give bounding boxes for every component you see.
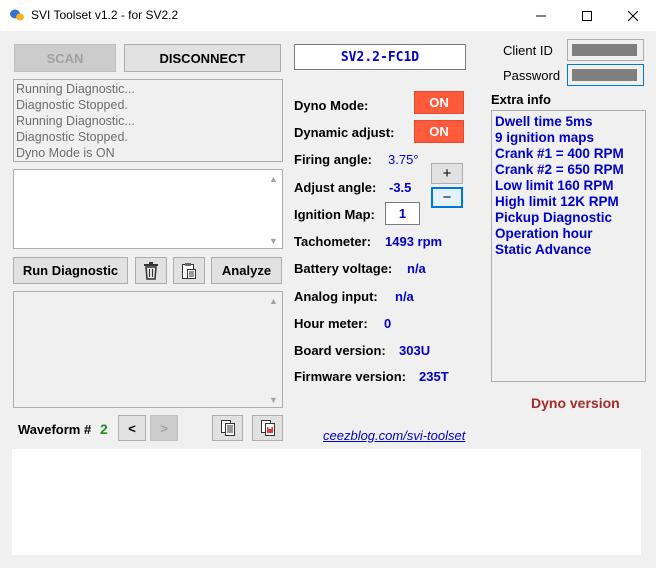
extra-info-item: High limit 12K RPM (495, 194, 619, 209)
copy-icon (220, 420, 235, 436)
log-line: Diagnostic Stopped. (16, 130, 128, 144)
dyno-mode-toggle[interactable]: ON (414, 91, 464, 114)
battery-voltage-label: Battery voltage: (294, 261, 393, 276)
scan-button[interactable]: SCAN (14, 44, 116, 72)
extra-info-item: 9 ignition maps (495, 130, 595, 145)
password-mask (572, 69, 637, 81)
trash-icon (144, 261, 158, 280)
extra-info-item: Operation hour (495, 226, 593, 241)
save-icon (260, 420, 275, 436)
website-link[interactable]: ceezblog.com/svi-toolset (323, 428, 465, 443)
adjust-angle-value: -3.5 (389, 180, 412, 195)
waveform-label: Waveform # (18, 422, 92, 437)
scroll-up-icon[interactable]: ▲ (269, 296, 278, 306)
firing-angle-value: 3.75° (388, 152, 419, 167)
extra-info-item: Low limit 160 RPM (495, 178, 614, 193)
log-line: Dyno Mode is ON (16, 146, 115, 160)
password-label: Password (503, 68, 561, 83)
analog-input-value: n/a (395, 289, 414, 304)
firmware-version-value: 235T (419, 369, 449, 384)
decrease-angle-button[interactable]: − (431, 187, 463, 208)
prev-waveform-button[interactable]: < (118, 415, 146, 441)
battery-voltage-value: n/a (407, 261, 426, 276)
extra-info-item: Static Advance (495, 242, 592, 257)
disconnect-button[interactable]: DISCONNECT (124, 44, 281, 72)
log-line: Diagnostic Stopped. (16, 98, 128, 112)
extra-info-item: Crank #2 = 650 RPM (495, 162, 624, 177)
board-version-value: 303U (399, 343, 431, 358)
scroll-up-icon[interactable]: ▲ (269, 174, 278, 184)
status-log: Running Diagnostic... Diagnostic Stopped… (13, 79, 283, 162)
dyno-mode-label: Dyno Mode: (294, 98, 369, 113)
extra-info-item: Pickup Diagnostic (495, 210, 613, 225)
extra-info-item: Dwell time 5ms (495, 114, 593, 129)
window-title: SVI Toolset v1.2 - for SV2.2 (31, 8, 179, 22)
analog-input-label: Analog input: (294, 289, 378, 304)
log-line: Running Diagnostic... (16, 82, 135, 96)
device-id: SV2.2-FC1D (340, 49, 420, 65)
client-id-field[interactable] (567, 39, 644, 61)
extra-info-title: Extra info (491, 92, 551, 107)
client-id-mask (572, 44, 637, 56)
log-line: Running Diagnostic... (16, 114, 135, 128)
analysis-output[interactable]: ▲ ▼ (13, 291, 283, 408)
scrollbar[interactable]: ▲ ▼ (265, 170, 282, 248)
dynamic-adjust-label: Dynamic adjust: (294, 125, 395, 140)
title-bar: SVI Toolset v1.2 - for SV2.2 (0, 0, 656, 31)
clipboard-icon (182, 262, 196, 279)
scrollbar[interactable]: ▲ ▼ (265, 292, 282, 407)
save-waveform-button[interactable] (252, 415, 283, 441)
minimize-icon (536, 15, 546, 16)
ignition-map-value: 1 (398, 206, 407, 221)
extra-info-panel: Dwell time 5ms 9 ignition maps Crank #1 … (491, 110, 646, 382)
dyno-version-label: Dyno version (531, 395, 620, 411)
ignition-map-label: Ignition Map: (294, 207, 375, 222)
increase-angle-button[interactable]: + (431, 163, 463, 184)
firmware-version-label: Firmware version: (294, 369, 406, 384)
maximize-icon (582, 10, 592, 21)
maximize-button[interactable] (564, 0, 610, 31)
clipboard-button[interactable] (173, 257, 205, 284)
hour-meter-label: Hour meter: (294, 316, 368, 331)
scroll-down-icon[interactable]: ▼ (269, 395, 278, 405)
board-version-label: Board version: (294, 343, 386, 358)
client-id-label: Client ID (503, 43, 553, 58)
scroll-down-icon[interactable]: ▼ (269, 236, 278, 246)
next-waveform-button[interactable]: > (150, 415, 178, 441)
app-window: SVI Toolset v1.2 - for SV2.2 SCAN DISCON… (0, 0, 656, 568)
close-button[interactable] (610, 0, 656, 31)
analyze-button[interactable]: Analyze (211, 257, 282, 284)
app-logo-icon (9, 8, 25, 22)
tachometer-label: Tachometer: (294, 234, 372, 249)
adjust-angle-label: Adjust angle: (294, 180, 377, 195)
run-diagnostic-button[interactable]: Run Diagnostic (13, 257, 128, 284)
firing-angle-label: Firing angle: (294, 152, 372, 167)
waveform-number: 2 (100, 421, 108, 437)
minimize-button[interactable] (518, 0, 564, 31)
hour-meter-value: 0 (384, 316, 392, 331)
trash-button[interactable] (135, 257, 167, 284)
dynamic-adjust-toggle[interactable]: ON (414, 120, 464, 143)
copy-waveform-button[interactable] (212, 415, 243, 441)
password-field[interactable] (567, 64, 644, 86)
extra-info-item: Crank #1 = 400 RPM (495, 146, 624, 161)
device-id-box: SV2.2-FC1D (294, 44, 466, 70)
ignition-map-input[interactable]: 1 (385, 202, 420, 225)
close-icon (628, 10, 638, 21)
tachometer-value: 1493 rpm (385, 234, 443, 249)
waveform-display (12, 449, 641, 555)
diagnostic-output[interactable]: ▲ ▼ (13, 169, 283, 249)
